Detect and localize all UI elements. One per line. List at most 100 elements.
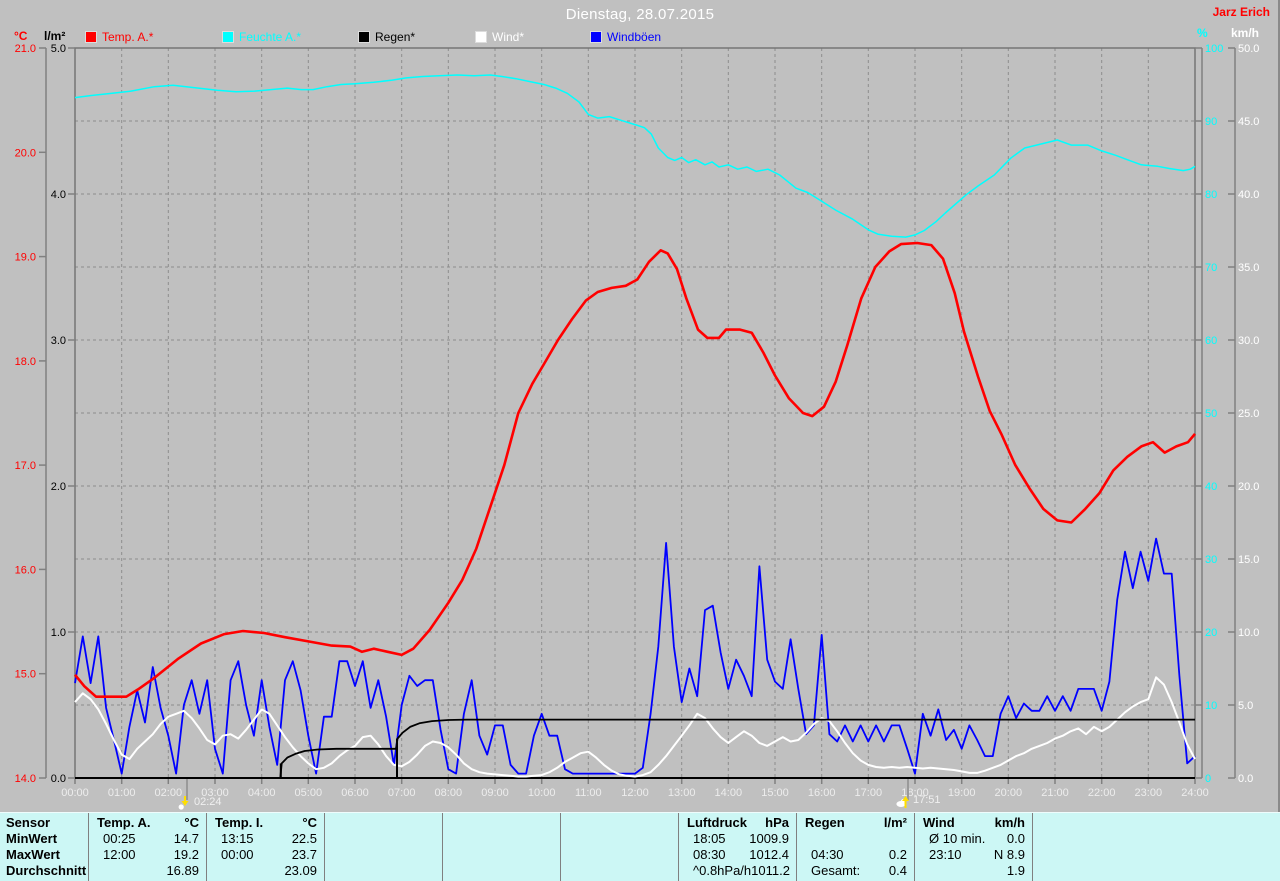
table-cell-time bbox=[325, 847, 339, 863]
table-cell-time: 23:10 bbox=[929, 847, 962, 862]
svg-text:24:00: 24:00 bbox=[1181, 787, 1209, 799]
table-cell-value bbox=[1273, 847, 1280, 863]
table-cell-time: 00:00 bbox=[221, 847, 254, 862]
date-title: Dienstag, 28.07.2015 bbox=[565, 6, 715, 23]
table-cell-value: 1011.2 bbox=[751, 863, 790, 878]
table-cell-time: Gesamt: bbox=[811, 863, 861, 878]
wind-axis-unit: km/h bbox=[1231, 26, 1260, 40]
svg-text:20.0: 20.0 bbox=[15, 147, 36, 159]
table-cell-value bbox=[553, 831, 560, 847]
svg-text:70: 70 bbox=[1205, 262, 1217, 274]
table-cell-time bbox=[443, 831, 457, 847]
svg-text:5.0: 5.0 bbox=[51, 43, 66, 55]
svg-text:07:00: 07:00 bbox=[388, 787, 416, 799]
svg-text:25.0: 25.0 bbox=[1238, 408, 1259, 420]
table-cell-value bbox=[1273, 863, 1280, 879]
table-cell-value bbox=[553, 863, 560, 879]
svg-text:16.0: 16.0 bbox=[15, 564, 36, 576]
table-cell-value: 23.7 bbox=[291, 847, 317, 862]
svg-text:19.0: 19.0 bbox=[15, 252, 36, 264]
table-cell-time: 18:05 bbox=[693, 831, 726, 846]
svg-text:30: 30 bbox=[1205, 554, 1217, 566]
svg-text:12:00: 12:00 bbox=[621, 787, 649, 799]
table-column-header: Luftdruck bbox=[687, 815, 747, 830]
table-cell-value: N 8.9 bbox=[993, 847, 1025, 862]
svg-text:21.0: 21.0 bbox=[15, 43, 36, 55]
svg-text:45.0: 45.0 bbox=[1238, 116, 1259, 128]
moon-down-arrow-icon bbox=[178, 796, 189, 810]
svg-text:35.0: 35.0 bbox=[1238, 262, 1259, 274]
table-cell-value bbox=[671, 847, 678, 863]
table-cell-time bbox=[443, 847, 457, 863]
svg-text:2.0: 2.0 bbox=[51, 481, 66, 493]
table-column-unit bbox=[435, 815, 442, 831]
svg-text:04:00: 04:00 bbox=[248, 787, 276, 799]
table-column-header bbox=[1033, 815, 1041, 831]
table-column-header bbox=[443, 815, 451, 831]
svg-text:30.0: 30.0 bbox=[1238, 335, 1259, 347]
table-cell-time: 08:30 bbox=[693, 847, 726, 862]
table-row-labels: Sensor MinWert MaxWert Durchschnitt bbox=[0, 813, 88, 881]
table-cell-time: 00:25 bbox=[103, 831, 136, 846]
legend-item-temp[interactable]: Temp. A.* bbox=[85, 30, 153, 44]
svg-text:23:00: 23:00 bbox=[1135, 787, 1163, 799]
svg-text:50: 50 bbox=[1205, 408, 1217, 420]
table-cell-time bbox=[1033, 831, 1047, 847]
legend-item-wind[interactable]: Wind* bbox=[475, 30, 524, 44]
table-cell-value bbox=[553, 847, 560, 863]
table-cell-value bbox=[435, 831, 442, 847]
table-cell-time: 04:30 bbox=[811, 847, 844, 862]
svg-text:0: 0 bbox=[1205, 773, 1211, 785]
legend-label: Wind* bbox=[492, 30, 525, 44]
table-cell-time bbox=[325, 863, 339, 879]
svg-text:05:00: 05:00 bbox=[295, 787, 323, 799]
table-cell-time: Ø 10 min. bbox=[929, 831, 986, 846]
table-cell-time bbox=[561, 831, 575, 847]
svg-text:16:00: 16:00 bbox=[808, 787, 836, 799]
table-cell-value bbox=[435, 847, 442, 863]
legend-label: Regen* bbox=[375, 30, 416, 44]
table-cell-value: 14.7 bbox=[173, 831, 199, 846]
table-column-unit: hPa bbox=[765, 815, 789, 830]
legend-label: Temp. A.* bbox=[102, 30, 154, 44]
table-column-unit bbox=[553, 815, 560, 831]
svg-text:20: 20 bbox=[1205, 627, 1217, 639]
statistics-table: Sensor MinWert MaxWert Durchschnitt Temp. A.… bbox=[0, 812, 1280, 881]
svg-text:09:00: 09:00 bbox=[481, 787, 509, 799]
table-column: Regen l/m² 04:30 0.2 Gesamt: 0.4 bbox=[796, 813, 914, 881]
table-column-unit: °C bbox=[184, 815, 199, 830]
table-column bbox=[1032, 813, 1280, 881]
table-cell-value: 0.4 bbox=[888, 863, 907, 878]
table-column: Temp. I. °C 13:15 22.5 00:00 23.7 23.09 bbox=[206, 813, 324, 881]
table-cell-time bbox=[797, 831, 811, 847]
svg-text:10: 10 bbox=[1205, 700, 1217, 712]
table-column bbox=[442, 813, 560, 881]
svg-text:21:00: 21:00 bbox=[1041, 787, 1069, 799]
legend-item-humidity[interactable]: Feuchte A.* bbox=[222, 30, 301, 44]
table-cell-value: 0.0 bbox=[1006, 831, 1025, 846]
legend-item-gusts[interactable]: Windböen bbox=[590, 30, 661, 44]
table-column-header: Regen bbox=[805, 815, 845, 830]
table-cell-value: 23.09 bbox=[284, 863, 317, 878]
svg-text:3.0: 3.0 bbox=[51, 335, 66, 347]
rain-legend-chip-icon bbox=[358, 31, 370, 43]
svg-text:18.0: 18.0 bbox=[15, 356, 36, 368]
svg-text:17:00: 17:00 bbox=[855, 787, 883, 799]
table-row-label: MinWert bbox=[6, 831, 58, 846]
svg-text:15.0: 15.0 bbox=[1238, 554, 1259, 566]
table-column: Luftdruck hPa 18:05 1009.9 08:30 1012.4 ^0.8hP… bbox=[678, 813, 796, 881]
svg-text:0.0: 0.0 bbox=[1238, 773, 1253, 785]
legend-item-rain[interactable]: Regen* bbox=[358, 30, 415, 44]
svg-text:15.0: 15.0 bbox=[15, 669, 36, 681]
table-cell-time bbox=[561, 863, 575, 879]
svg-text:11:00: 11:00 bbox=[575, 787, 602, 799]
table-cell-value: 0.2 bbox=[888, 847, 907, 862]
sun-up-arrow-icon bbox=[896, 796, 909, 808]
svg-text:60: 60 bbox=[1205, 335, 1217, 347]
svg-text:50.0: 50.0 bbox=[1238, 43, 1259, 55]
station-name: Jarz Erich bbox=[1212, 5, 1270, 19]
svg-text:100: 100 bbox=[1205, 43, 1223, 55]
table-cell-value bbox=[435, 863, 442, 879]
marker-time-label: 02:24 bbox=[194, 796, 222, 808]
table-row-label: Durchschnitt bbox=[6, 863, 87, 878]
